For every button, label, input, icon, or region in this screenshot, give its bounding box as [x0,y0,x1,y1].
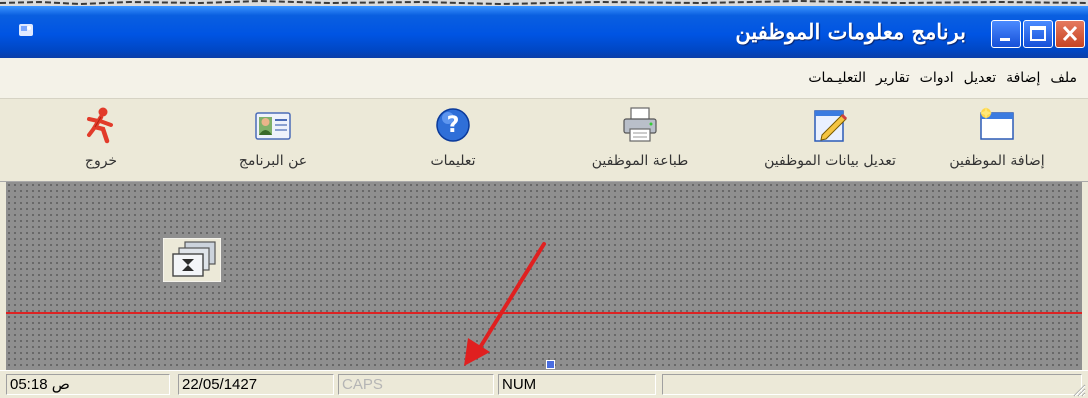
svg-text:?: ? [447,113,460,138]
maximize-button[interactable] [1023,20,1053,48]
help-button[interactable]: ? تعليمات [378,103,528,179]
status-empty-pane [662,374,1082,395]
status-date: 22/05/1427 [178,374,334,395]
status-time: 05:18 ص [6,374,170,395]
app-window: برنامج معلومات الموظفين ملف إضافة تعديل … [0,0,1088,398]
add-employees-button[interactable]: إضافة الموظفين [922,103,1072,179]
edit-employees-label: تعديل بيانات الموظفين [764,153,896,169]
title-bar[interactable]: برنامج معلومات الموظفين [0,6,1088,58]
menu-file[interactable]: ملف [1045,70,1082,86]
help-label: تعليمات [430,153,476,169]
status-num: NUM [498,374,656,395]
maximize-icon [1030,26,1046,41]
menu-help[interactable]: التعليـمات [803,70,871,86]
menu-edit[interactable]: تعديل [959,70,1002,86]
edit-employees-button[interactable]: تعديل بيانات الموظفين [755,103,905,179]
status-bar: 05:18 ص 22/05/1427 CAPS NUM [0,370,1088,398]
resize-handle[interactable] [546,360,555,369]
status-time-value: 05:18 [10,376,48,393]
status-time-suffix: ص [51,376,70,393]
menu-add[interactable]: إضافة [1001,70,1045,86]
window-title: برنامج معلومات الموظفين [735,19,966,44]
id-card-icon [255,112,291,140]
edit-pencil-icon [814,110,848,142]
menu-bar: ملف إضافة تعديل ادوات تقارير التعليـمات [0,58,1088,99]
exit-label: خروج [84,153,118,169]
mdi-client-area[interactable] [6,182,1082,370]
status-caps: CAPS [338,374,494,395]
print-employees-button[interactable]: طباعة الموظفين [565,103,715,179]
minimize-icon [1000,38,1010,41]
minimized-window-hourglass-icon[interactable] [163,238,221,282]
exit-running-man-icon [87,107,113,144]
about-label: عن البرنامج [238,153,308,169]
print-employees-label: طباعة الموظفين [591,153,689,169]
annotation-arrow [464,242,546,366]
exit-button[interactable]: خروج [26,103,176,179]
printer-icon [623,107,657,142]
minimize-button[interactable] [991,20,1021,48]
app-icon [19,24,33,36]
new-window-icon [980,106,1014,140]
toolbar: إضافة الموظفين تعديل بيانات الموظفين طبا [0,99,1088,182]
close-button[interactable] [1055,20,1085,48]
menu-reports[interactable]: تقارير [871,70,915,86]
size-grip-icon[interactable] [1072,383,1086,397]
close-icon [1062,25,1078,42]
menu-tools[interactable]: ادوات [915,70,959,86]
about-button[interactable]: عن البرنامج [198,103,348,179]
add-employees-label: إضافة الموظفين [949,153,1045,169]
help-icon: ? [436,108,470,142]
